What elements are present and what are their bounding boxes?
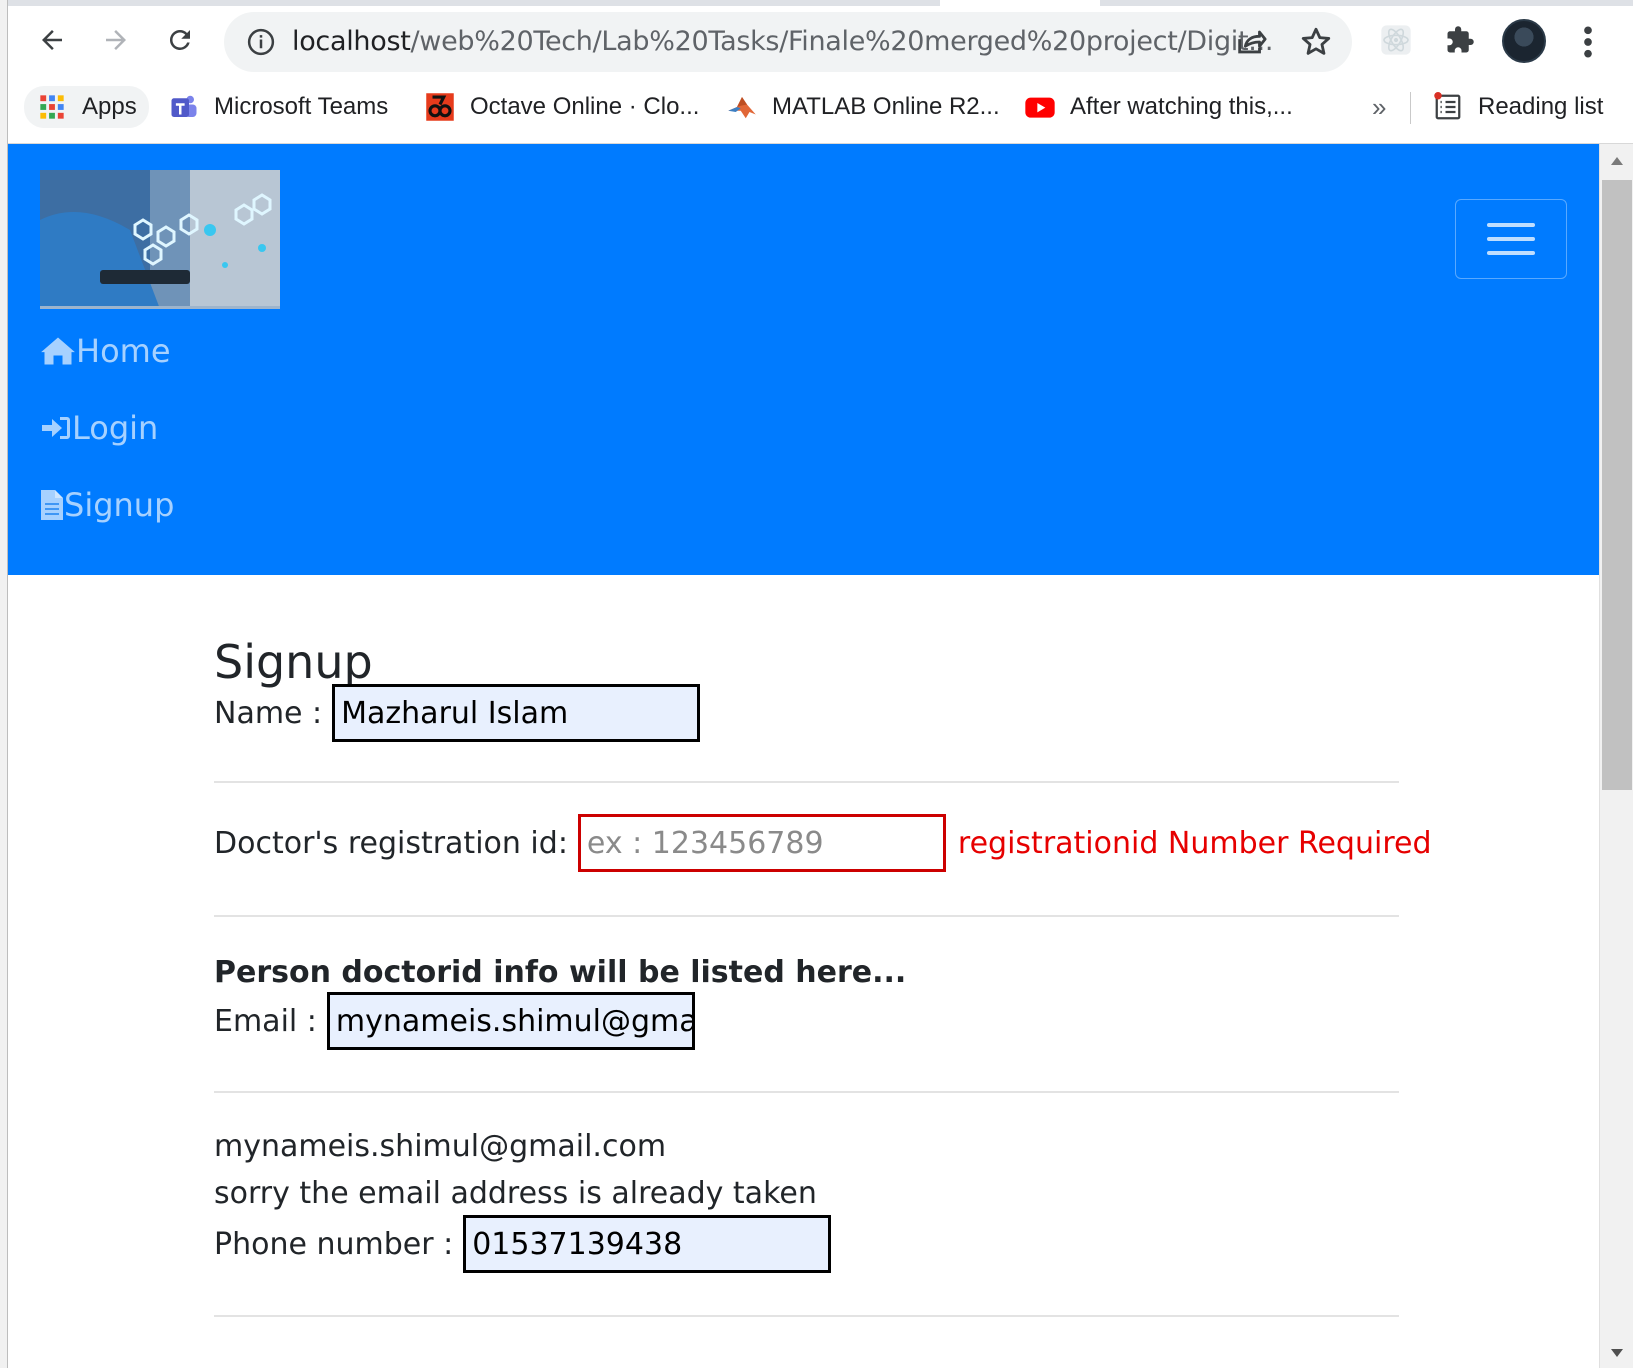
browser-chrome: localhost/web%20Tech/Lab%20Tasks/Finale%… <box>0 0 1633 144</box>
info-icon[interactable] <box>246 27 276 57</box>
bookmarks-overflow-button[interactable]: » <box>1372 92 1386 123</box>
name-input[interactable]: Mazharul Islam <box>332 684 701 742</box>
registration-id-error: registrationid Number Required <box>957 825 1432 861</box>
url-path: /web%20Tech/Lab%20Tasks/Finale%20merged%… <box>410 26 1274 57</box>
divider <box>214 781 1399 783</box>
email-input[interactable]: mynameis.shimul@gmail.com <box>326 992 695 1050</box>
more-menu-icon[interactable] <box>1578 22 1598 62</box>
scroll-up-button[interactable] <box>1600 148 1633 174</box>
bookmark-matlab[interactable]: MATLAB Online R2... <box>726 86 1000 128</box>
bookmarks-divider <box>1410 92 1411 124</box>
scrollbar-thumb[interactable] <box>1602 180 1632 790</box>
bookmark-label: MATLAB Online R2... <box>772 93 1000 120</box>
page-viewport: Home Login Signup Signup Name : Mazharul… <box>8 144 1599 1368</box>
phone-input[interactable]: 01537139438 <box>463 1215 832 1273</box>
address-bar[interactable]: localhost/web%20Tech/Lab%20Tasks/Finale%… <box>224 12 1352 72</box>
email-label: Email : <box>214 1003 317 1039</box>
octave-icon <box>424 91 456 123</box>
nav-link-signup[interactable]: Signup <box>40 483 174 527</box>
home-icon <box>41 337 75 365</box>
forward-button[interactable] <box>94 18 138 62</box>
url-text[interactable]: localhost/web%20Tech/Lab%20Tasks/Finale%… <box>292 26 1273 57</box>
back-button[interactable] <box>30 18 74 62</box>
brand-logo-image[interactable] <box>40 170 280 309</box>
url-host: localhost <box>292 26 411 57</box>
bookmark-label: Microsoft Teams <box>214 93 389 120</box>
tab-strip <box>1100 0 1633 6</box>
file-text-icon <box>41 490 63 520</box>
divider <box>214 915 1399 917</box>
arrow-right-icon <box>106 30 126 50</box>
navbar-toggler-button[interactable] <box>1455 199 1567 279</box>
share-icon[interactable] <box>1234 25 1268 59</box>
matlab-icon <box>726 91 758 123</box>
profile-avatar[interactable] <box>1502 19 1546 63</box>
email-row: Email : mynameis.shimul@gmail.com <box>214 992 695 1050</box>
email-echo-text: mynameis.shimul@gmail.com <box>214 1129 667 1164</box>
nav-link-label: Login <box>72 409 159 447</box>
teams-icon <box>168 91 200 123</box>
phone-row: Phone number : 01537139438 <box>214 1215 832 1273</box>
bookmark-youtube[interactable]: After watching this,... <box>1024 86 1293 128</box>
registration-row: Doctor's registration id: ex : 123456789… <box>214 814 1432 872</box>
bookmark-label: After watching this,... <box>1070 93 1293 120</box>
bookmark-octave[interactable]: Octave Online · Clo... <box>424 86 699 128</box>
extensions-icon[interactable] <box>1440 20 1480 60</box>
bookmark-label: Apps <box>82 93 137 120</box>
registration-id-input[interactable]: ex : 123456789 <box>577 814 946 872</box>
star-icon[interactable] <box>1299 25 1333 59</box>
youtube-icon <box>1024 91 1056 123</box>
bookmark-apps[interactable]: Apps <box>24 86 149 128</box>
scroll-down-button[interactable] <box>1600 1340 1633 1366</box>
reload-icon <box>169 29 190 50</box>
tab-strip <box>0 0 940 6</box>
divider <box>214 1315 1399 1317</box>
caret-up-icon <box>1611 157 1623 165</box>
hamburger-icon-bar <box>1487 251 1535 255</box>
window-left-edge <box>0 0 8 1368</box>
hamburger-icon-bar <box>1487 237 1535 241</box>
apps-grid-icon <box>36 91 68 123</box>
sign-in-icon <box>42 417 70 439</box>
bookmark-label: Octave Online · Clo... <box>470 93 700 120</box>
reading-list-button[interactable]: Reading list <box>1432 86 1603 128</box>
navbar: Home Login Signup <box>8 144 1599 575</box>
registration-id-label: Doctor's registration id: <box>214 825 568 861</box>
phone-label: Phone number : <box>214 1226 454 1262</box>
react-devtools-icon[interactable] <box>1376 20 1416 60</box>
hamburger-icon-bar <box>1487 223 1535 227</box>
vertical-scrollbar[interactable] <box>1599 144 1633 1368</box>
medical-banner-image <box>40 170 280 309</box>
bookmark-teams[interactable]: Microsoft Teams <box>168 86 388 128</box>
arrow-left-icon <box>42 30 62 50</box>
reading-list-label: Reading list <box>1478 93 1604 120</box>
name-label: Name : <box>214 695 323 731</box>
email-taken-message: sorry the email address is already taken <box>214 1176 817 1211</box>
name-row: Name : Mazharul Islam <box>214 684 701 742</box>
nav-link-login[interactable]: Login <box>40 406 158 450</box>
nav-link-home[interactable]: Home <box>40 329 171 373</box>
caret-down-icon <box>1611 1349 1623 1357</box>
doctor-info-heading: Person doctorid info will be listed here… <box>214 955 907 990</box>
nav-link-label: Signup <box>64 486 175 524</box>
reading-list-icon <box>1432 91 1464 123</box>
divider <box>214 1091 1399 1093</box>
bookmarks-bar: Apps Microsoft Teams Octave Online · Clo… <box>0 80 1633 132</box>
reload-button[interactable] <box>158 18 202 62</box>
page-title: Signup <box>214 635 373 689</box>
nav-link-label: Home <box>76 332 171 370</box>
